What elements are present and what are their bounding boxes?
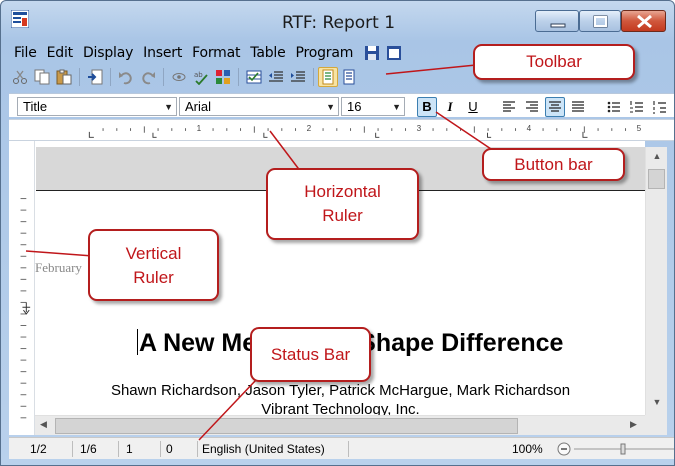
callout-horizontal-ruler: Horizontal Ruler [266,168,419,240]
callout-vertical-ruler: Vertical Ruler [88,229,219,301]
callout-status-bar: Status Bar [250,327,371,382]
callout-button-bar: Button bar [482,148,625,181]
callout-toolbar: Toolbar [473,44,635,80]
